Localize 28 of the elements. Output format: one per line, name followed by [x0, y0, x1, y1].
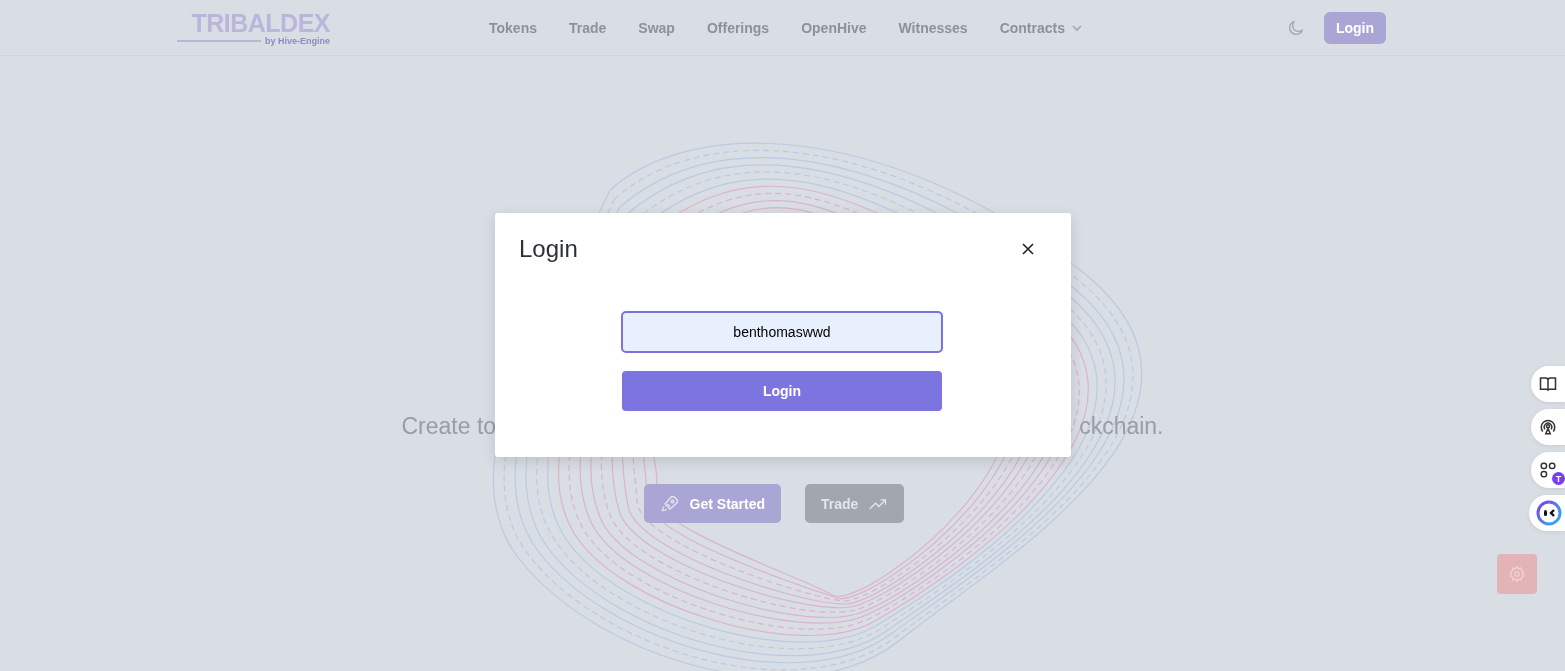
rocket-icon [659, 493, 680, 514]
close-icon[interactable] [1021, 242, 1035, 256]
nav-link[interactable]: Witnesses [882, 19, 984, 36]
logo-subtitle: by Hive-Engine [265, 35, 330, 46]
nav-link[interactable]: Contracts [983, 19, 1099, 36]
nav-link[interactable]: Swap [622, 19, 691, 36]
tagline-text: ckchain. [1078, 413, 1164, 440]
username-field[interactable]: benthomaswwd [621, 311, 943, 353]
side-button[interactable] [1531, 409, 1565, 445]
side-button[interactable] [1531, 366, 1565, 402]
login-submit-button[interactable]: Login [622, 371, 942, 411]
tagline-text: Create to [401, 413, 498, 440]
side-button[interactable] [1529, 495, 1565, 531]
robot-face-icon [1535, 500, 1562, 526]
get-started-button[interactable]: Get Started [643, 484, 782, 523]
badge: T [1552, 472, 1565, 485]
nav-link[interactable]: Offerings [690, 19, 786, 36]
dialog-title: Login [519, 235, 578, 263]
nav-link[interactable]: Tokens [473, 19, 553, 36]
apps-icon [1539, 461, 1557, 479]
login-button[interactable]: Login [1323, 11, 1386, 44]
broadcast-icon [1539, 418, 1557, 436]
nav-link[interactable]: Trade [553, 19, 623, 36]
trade-button[interactable]: Trade [805, 484, 905, 523]
book-icon [1539, 375, 1557, 393]
settings-icon [1508, 565, 1526, 583]
side-button[interactable]: T [1531, 452, 1565, 488]
nav-link[interactable]: OpenHive [785, 19, 883, 36]
